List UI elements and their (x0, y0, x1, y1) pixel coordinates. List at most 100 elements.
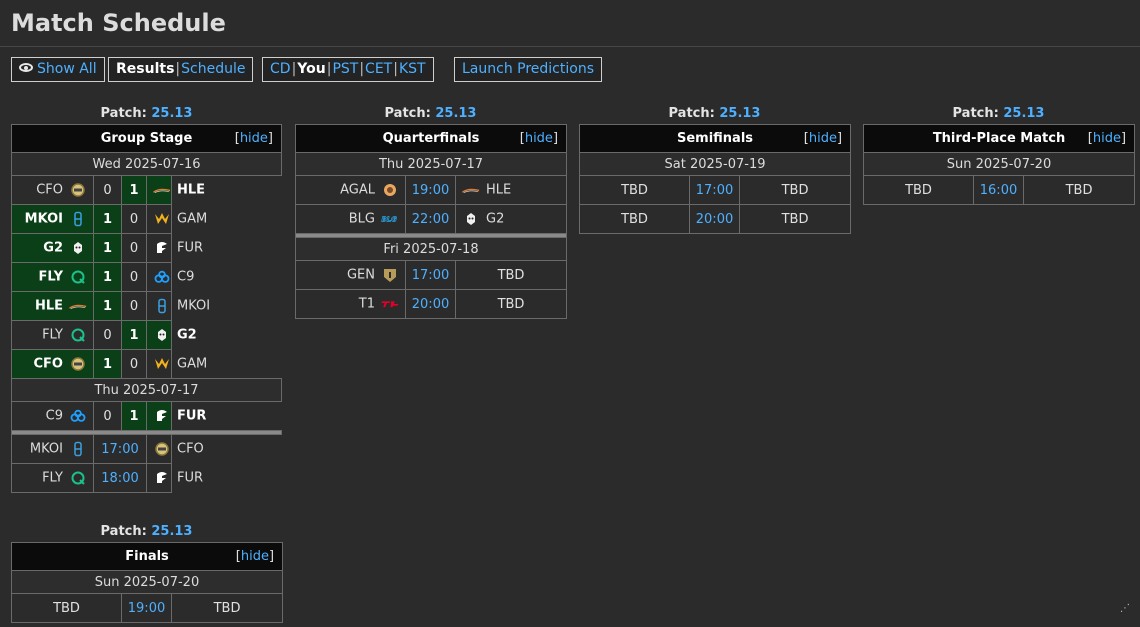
team-name: CFO (33, 356, 63, 372)
team-cell[interactable]: GAM (146, 204, 207, 234)
hide-link[interactable]: hide (809, 131, 837, 146)
team-cell[interactable]: GEN (295, 260, 406, 290)
team-cell[interactable]: CFO (11, 175, 94, 205)
team-cell[interactable]: G2 (454, 204, 568, 234)
third-place-table: Third-Place Match [hide] Sun 2025-07-20 … (862, 124, 1136, 205)
match-time[interactable]: 19:00 (121, 593, 172, 623)
section-header: Quarterfinals [hide] (294, 124, 568, 153)
team-cell[interactable]: T1 (295, 289, 406, 319)
hide-link[interactable]: hide (525, 131, 553, 146)
match-time[interactable]: 20:00 (689, 204, 740, 234)
match-time[interactable]: 20:00 (405, 289, 456, 319)
team-cell[interactable]: BLG (295, 204, 406, 234)
launch-predictions-button[interactable]: Launch Predictions (454, 57, 602, 82)
team-name: C9 (45, 408, 63, 424)
team-cell[interactable]: CFO (146, 434, 204, 464)
team-cell[interactable]: C9 (11, 401, 94, 431)
match-time[interactable]: 17:00 (93, 434, 147, 464)
team-cell[interactable]: HLE (454, 175, 568, 205)
team-cell[interactable]: G2 (11, 233, 94, 263)
hide-link[interactable]: hide (241, 549, 269, 564)
team-name: MKOI (29, 441, 63, 457)
patch-version-link[interactable]: 25.13 (151, 106, 192, 121)
team-cell[interactable]: FLY (11, 463, 94, 493)
team-cell[interactable]: C9 (146, 262, 194, 292)
hide-toggle[interactable]: [hide] (520, 131, 558, 146)
match-row: CFO 0 1 HLE (11, 175, 282, 205)
team-cell[interactable]: FUR (146, 233, 203, 263)
team-cell[interactable]: TBD (454, 260, 568, 290)
team-cell[interactable]: TBD (863, 175, 974, 205)
separator: | (393, 61, 398, 77)
team-cell[interactable]: FLY (11, 320, 94, 350)
patch-line: Patch: 25.13 (384, 106, 477, 121)
hide-link[interactable]: hide (1093, 131, 1121, 146)
semifinals-table: Semifinals [hide] Sat 2025-07-19 TBD 17:0… (578, 124, 852, 234)
match-time[interactable]: 22:00 (405, 204, 456, 234)
g2-logo-icon (462, 211, 480, 227)
team-cell[interactable]: G2 (146, 320, 197, 350)
quarterfinals-block: Patch: 25.13 Quarterfinals [hide] Thu 20… (294, 104, 568, 319)
team-cell[interactable]: FUR (146, 401, 206, 431)
match-row: T1 20:00 TBD (295, 289, 568, 319)
gam-logo-icon (153, 211, 171, 227)
hide-toggle[interactable]: [hide] (804, 131, 842, 146)
match-time[interactable]: 17:00 (405, 260, 456, 290)
patch-version-link[interactable]: 25.13 (1003, 106, 1044, 121)
section-header: Third-Place Match [hide] (862, 124, 1136, 153)
results-tab[interactable]: Results (116, 61, 174, 77)
patch-version-link[interactable]: 25.13 (719, 106, 760, 121)
hide-toggle[interactable]: [hide] (235, 131, 273, 146)
team-cell[interactable]: MKOI (11, 434, 94, 464)
team-cell[interactable]: TBD (579, 175, 690, 205)
team-cell[interactable]: TBD (1022, 175, 1136, 205)
match-row: TBD 19:00 TBD (11, 593, 284, 623)
team-cell[interactable]: TBD (738, 175, 852, 205)
patch-version-link[interactable]: 25.13 (151, 524, 192, 539)
team-cell[interactable]: TBD (11, 593, 122, 623)
team-cell[interactable]: MKOI (146, 291, 210, 321)
team-cell[interactable]: TBD (170, 593, 284, 623)
match-time[interactable]: 17:00 (689, 175, 740, 205)
tz-you-link[interactable]: You (297, 61, 325, 77)
match-row: TBD 17:00 TBD (579, 175, 852, 205)
hide-link[interactable]: hide (240, 131, 268, 146)
hide-toggle[interactable]: [hide] (236, 549, 274, 564)
team-name: MKOI (24, 211, 63, 227)
show-all-button[interactable]: Show All (11, 57, 105, 82)
tz-kst-link[interactable]: KST (399, 61, 426, 77)
team-name: FLY (38, 269, 63, 285)
team-cell[interactable]: HLE (146, 175, 205, 205)
cfo-logo-icon (69, 182, 87, 198)
match-row: FLY 18:00 FUR (11, 463, 282, 493)
page-title: Match Schedule (11, 9, 226, 37)
team-name: FUR (177, 240, 204, 256)
hide-toggle[interactable]: [hide] (1088, 131, 1126, 146)
match-time[interactable]: 18:00 (93, 463, 147, 493)
patch-version-link[interactable]: 25.13 (435, 106, 476, 121)
team-cell[interactable]: TBD (579, 204, 690, 234)
tz-cd-link[interactable]: CD (270, 61, 291, 77)
timezone-toggle: CD|You|PST|CET|KST (262, 57, 434, 82)
match-row: BLG 22:00 G2 (295, 204, 568, 234)
schedule-tab[interactable]: Schedule (181, 61, 245, 77)
team-name: FLY (42, 470, 63, 486)
match-time[interactable]: 19:00 (405, 175, 456, 205)
team-name: FUR (177, 408, 207, 424)
team-cell[interactable]: FUR (146, 463, 203, 493)
team-cell[interactable]: AGAL (295, 175, 406, 205)
team-cell[interactable]: TBD (454, 289, 568, 319)
team-cell[interactable]: HLE (11, 291, 94, 321)
tz-pst-link[interactable]: PST (332, 61, 358, 77)
team-cell[interactable]: GAM (146, 349, 207, 379)
team-cell[interactable]: MKOI (11, 204, 94, 234)
tz-cet-link[interactable]: CET (365, 61, 392, 77)
team-cell[interactable]: FLY (11, 262, 94, 292)
match-row: HLE 1 0 MKOI (11, 291, 282, 321)
match-time[interactable]: 16:00 (973, 175, 1024, 205)
team-cell[interactable]: TBD (738, 204, 852, 234)
team-cell[interactable]: CFO (11, 349, 94, 379)
team-name: CFO (36, 182, 63, 198)
score-cell: 1 (121, 175, 147, 205)
resize-handle-icon[interactable]: ⋰ (1120, 603, 1130, 614)
